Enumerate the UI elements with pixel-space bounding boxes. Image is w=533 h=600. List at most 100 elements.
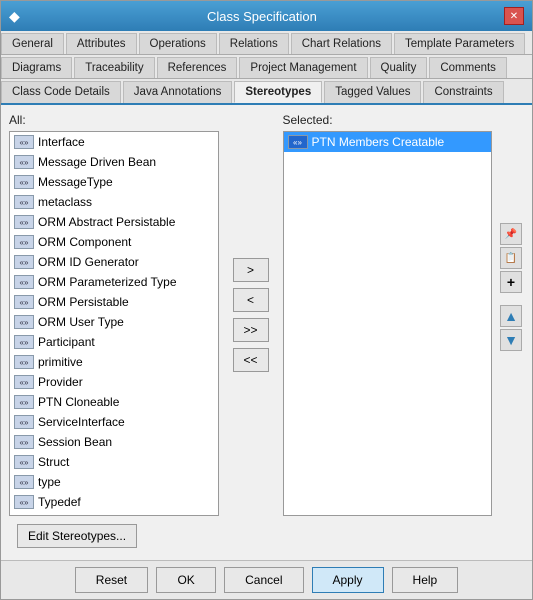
down-button[interactable]: ▼ (500, 329, 522, 351)
tab-diagrams[interactable]: Diagrams (1, 57, 72, 78)
window-title: Class Specification (20, 9, 504, 24)
item-label: Typedef (38, 495, 81, 509)
tab-attributes[interactable]: Attributes (66, 33, 137, 54)
tab-template-parameters[interactable]: Template Parameters (394, 33, 525, 54)
item-label: primitive (38, 355, 83, 369)
list-item[interactable]: «»ORM ID Generator (10, 252, 218, 272)
list-item[interactable]: «»MessageType (10, 172, 218, 192)
list-item[interactable]: «»type (10, 472, 218, 492)
tab-class-code-details[interactable]: Class Code Details (1, 81, 121, 103)
close-button[interactable]: ✕ (504, 7, 524, 25)
content-area: 📌 📋 + ▲ ▼ All: «» Interface «» Message Driv… (1, 105, 532, 560)
reset-button[interactable]: Reset (75, 567, 148, 593)
stereotype-icon: «» (14, 415, 34, 429)
app-icon: ◆ (9, 8, 20, 25)
item-label: PTN Members Creatable (312, 135, 445, 149)
item-label: ServiceInterface (38, 415, 125, 429)
stereotype-icon: «» (14, 315, 34, 329)
stereotype-icon: «» (14, 235, 34, 249)
tab-project-management[interactable]: Project Management (239, 57, 367, 78)
list-item[interactable]: «»Provider (10, 372, 218, 392)
item-label: metaclass (38, 195, 92, 209)
move-all-left-button[interactable]: << (233, 348, 269, 372)
list-item[interactable]: «» Session Bean (10, 432, 218, 452)
list-item[interactable]: «» ORM Abstract Persistable (10, 212, 218, 232)
window-controls: ✕ (504, 7, 524, 25)
list-item[interactable]: «» Message Driven Bean (10, 152, 218, 172)
list-item[interactable]: «» ORM Component (10, 232, 218, 252)
tabs-row-1: General Attributes Operations Relations … (1, 31, 532, 55)
footer: Reset OK Cancel Apply Help (1, 560, 532, 599)
tabs-row-2: Diagrams Traceability References Project… (1, 55, 532, 79)
move-right-button[interactable]: > (233, 258, 269, 282)
list-item[interactable]: «»PTN Cloneable (10, 392, 218, 412)
item-label: Struct (38, 455, 69, 469)
stereotype-icon: «» (14, 215, 34, 229)
pin-button[interactable]: 📌 (500, 223, 522, 245)
ok-button[interactable]: OK (156, 567, 216, 593)
list-item[interactable]: «» ORM User Type (10, 312, 218, 332)
selected-label: Selected: (283, 113, 493, 127)
item-label: Session Bean (38, 435, 112, 449)
stereotype-icon: «» (288, 135, 308, 149)
stereotype-icon: «» (14, 355, 34, 369)
edit-stereotypes-button[interactable]: Edit Stereotypes... (17, 524, 137, 548)
list-item[interactable]: «»ORM Persistable (10, 292, 218, 312)
all-label: All: (9, 113, 219, 127)
item-label: ORM Parameterized Type (38, 275, 177, 289)
cancel-button[interactable]: Cancel (224, 567, 303, 593)
list-item[interactable]: «» Typedef (10, 492, 218, 512)
item-label: Interface (38, 135, 85, 149)
tabs-row-3: Class Code Details Java Annotations Ster… (1, 79, 532, 105)
selected-list-item[interactable]: «» PTN Members Creatable (284, 132, 492, 152)
tab-chart-relations[interactable]: Chart Relations (291, 33, 392, 54)
tab-tagged-values[interactable]: Tagged Values (324, 81, 421, 103)
tab-comments[interactable]: Comments (429, 57, 507, 78)
item-label: type (38, 475, 61, 489)
move-left-button[interactable]: < (233, 288, 269, 312)
item-label: ORM Component (38, 235, 131, 249)
help-button[interactable]: Help (392, 567, 459, 593)
item-label: ORM User Type (38, 315, 124, 329)
copy-button[interactable]: 📋 (500, 247, 522, 269)
right-panel: Selected: «» PTN Members Creatable (283, 113, 493, 516)
item-label: MessageType (38, 175, 113, 189)
list-item[interactable]: «» primitive (10, 352, 218, 372)
list-item[interactable]: «»metaclass (10, 192, 218, 212)
tab-operations[interactable]: Operations (139, 33, 217, 54)
tab-references[interactable]: References (157, 57, 238, 78)
selected-list[interactable]: «» PTN Members Creatable (283, 131, 493, 516)
tab-constraints[interactable]: Constraints (423, 81, 503, 103)
list-item[interactable]: «» ServiceInterface (10, 412, 218, 432)
tab-relations[interactable]: Relations (219, 33, 289, 54)
tab-general[interactable]: General (1, 33, 64, 54)
stereotype-icon: «» (14, 155, 34, 169)
item-label: ORM Persistable (38, 295, 129, 309)
item-label: Provider (38, 375, 83, 389)
up-button[interactable]: ▲ (500, 305, 522, 327)
stereotype-icon: «» (14, 435, 34, 449)
list-item[interactable]: «» Struct (10, 452, 218, 472)
list-item[interactable]: «»Participant (10, 332, 218, 352)
tab-quality[interactable]: Quality (370, 57, 428, 78)
stereotype-icon: «» (14, 135, 34, 149)
item-label: ORM ID Generator (38, 255, 139, 269)
title-bar: ◆ Class Specification ✕ (1, 1, 532, 31)
all-list[interactable]: «»Interface«»Message Driven Bean«»Messag… (9, 131, 219, 516)
add-button[interactable]: + (500, 271, 522, 293)
apply-button[interactable]: Apply (312, 567, 384, 593)
tab-java-annotations[interactable]: Java Annotations (123, 81, 233, 103)
stereotype-icon: «» (14, 495, 34, 509)
item-label: PTN Cloneable (38, 395, 119, 409)
move-all-right-button[interactable]: >> (233, 318, 269, 342)
bottom-bar: Edit Stereotypes... (9, 516, 524, 552)
stereotype-icon: «» (14, 455, 34, 469)
item-label: Message Driven Bean (38, 155, 156, 169)
list-item[interactable]: «» Interface (10, 132, 218, 152)
left-panel: All: «»Interface«»Message Driven Bean«»M… (9, 113, 219, 516)
item-label: ORM Abstract Persistable (38, 215, 175, 229)
tab-stereotypes[interactable]: Stereotypes (234, 81, 322, 103)
tab-traceability[interactable]: Traceability (74, 57, 154, 78)
stereotype-icon: «» (14, 335, 34, 349)
list-item[interactable]: «»ORM Parameterized Type (10, 272, 218, 292)
